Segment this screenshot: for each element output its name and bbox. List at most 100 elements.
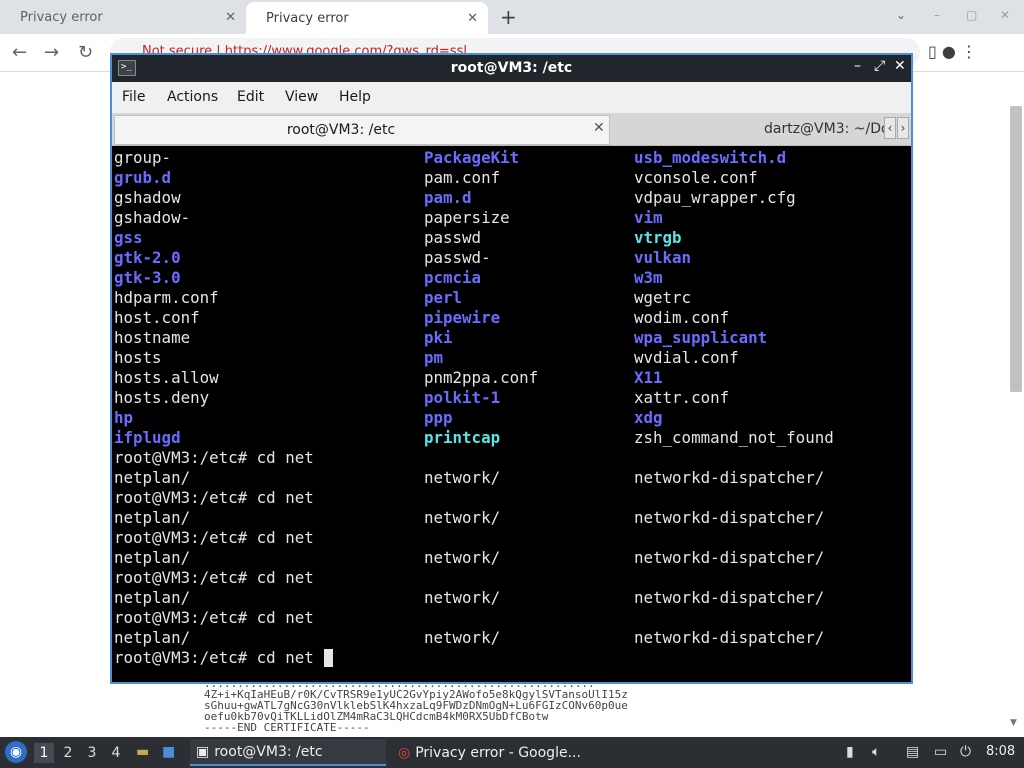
browser-tab-label: Privacy error: [266, 10, 349, 26]
ls-entry: pm: [424, 348, 444, 367]
show-desktop-icon[interactable]: ■: [162, 744, 175, 760]
ls-entry: gtk-2.0: [114, 248, 181, 267]
tab-scroll-left-icon[interactable]: ‹: [884, 117, 896, 139]
ls-entry: hdparm.conf: [114, 288, 219, 307]
menu-edit[interactable]: Edit: [237, 89, 264, 105]
terminal-output[interactable]: group- PackageKit usb_modeswitch.d grub.d pa…: [114, 148, 909, 682]
ls-entry: gss: [114, 228, 143, 247]
tab-scroll-right-icon[interactable]: ›: [897, 117, 909, 139]
task-label: root@VM3: /etc: [214, 743, 323, 760]
clipboard-icon[interactable]: ▤: [906, 744, 919, 760]
ls-entry: grub.d: [114, 168, 172, 187]
ls-entry: PackageKit: [424, 148, 520, 167]
prompt-line: root@VM3:/etc# cd net: [114, 648, 314, 667]
prompt-line: root@VM3:/etc# cd net: [114, 448, 314, 467]
terminal-tab-active[interactable]: root@VM3: /etc ✕: [114, 115, 610, 145]
menu-bar: File Actions Edit View Help: [112, 82, 911, 113]
close-window-icon[interactable]: ✕: [1000, 8, 1010, 22]
ls-entry: network/: [424, 588, 501, 607]
ls-entry: wpa_supplicant: [634, 328, 768, 347]
ls-entry: netplan/: [114, 468, 191, 487]
profile-icon[interactable]: ▯ ● ⋮: [928, 42, 977, 61]
ls-entry: networkd-dispatcher/: [634, 508, 825, 527]
workspace-4[interactable]: 4: [106, 743, 126, 763]
ls-entry: wvdial.conf: [634, 348, 739, 367]
trash-icon[interactable]: ▮: [846, 744, 854, 760]
ls-entry: xattr.conf: [634, 388, 730, 407]
minimize-icon[interactable]: –: [934, 8, 940, 22]
tab-search-icon[interactable]: ⌄: [896, 8, 906, 22]
ls-entry: networkd-dispatcher/: [634, 628, 825, 647]
back-arrow-icon[interactable]: ←: [12, 42, 27, 63]
task-label: Privacy error - Google...: [415, 744, 581, 761]
ls-entry: hp: [114, 408, 134, 427]
new-tab-button[interactable]: +: [500, 5, 517, 29]
ls-entry: usb_modeswitch.d: [634, 148, 787, 167]
menu-view[interactable]: View: [285, 89, 318, 105]
page-scrollbar[interactable]: [1010, 106, 1022, 392]
ls-entry: network/: [424, 628, 501, 647]
ls-entry: networkd-dispatcher/: [634, 588, 825, 607]
close-icon[interactable]: ✕: [467, 11, 478, 26]
workspace-1[interactable]: 1: [34, 743, 54, 763]
terminal-tab-label: dartz@VM3: ~/Documents: [764, 121, 894, 137]
ls-entry: hosts.deny: [114, 388, 210, 407]
prompt-line: root@VM3:/etc# cd net: [114, 488, 314, 507]
ls-entry: network/: [424, 508, 501, 527]
ls-entry: vdpau_wrapper.cfg: [634, 188, 796, 207]
ls-entry: pcmcia: [424, 268, 482, 287]
maximize-icon[interactable]: ▢: [966, 8, 977, 22]
ls-entry: pam.conf: [424, 168, 501, 187]
ls-entry: netplan/: [114, 508, 191, 527]
ls-entry: vtrgb: [634, 228, 682, 247]
task-terminal[interactable]: ▣ root@VM3: /etc: [190, 739, 386, 766]
ls-entry: ifplugd: [114, 428, 181, 447]
network-icon[interactable]: ▭: [934, 744, 947, 760]
ls-entry: hosts: [114, 348, 162, 367]
workspace-2[interactable]: 2: [58, 743, 78, 763]
close-icon[interactable]: ✕: [225, 10, 236, 25]
file-manager-icon[interactable]: ▬: [136, 744, 149, 760]
scroll-down-arrow-icon[interactable]: ▼: [1010, 718, 1017, 728]
browser-tab-1[interactable]: Privacy error ✕: [0, 0, 246, 34]
forward-arrow-icon[interactable]: →: [44, 42, 59, 63]
maximize-icon[interactable]: ⤢: [874, 58, 885, 74]
ls-entry: passwd-: [424, 248, 491, 267]
browser-tab-2[interactable]: Privacy error ✕: [246, 2, 488, 34]
taskbar: ◉ 1 2 3 4 ▬ ■ ▣ root@VM3: /etc ◎ Privacy…: [0, 737, 1024, 768]
volume-icon[interactable]: 🔈︎: [872, 744, 880, 760]
close-icon[interactable]: ✕: [894, 58, 906, 74]
task-chrome[interactable]: ◎ Privacy error - Google...: [392, 739, 592, 766]
ls-entry: wodim.conf: [634, 308, 730, 327]
menu-actions[interactable]: Actions: [167, 89, 218, 105]
start-menu-icon[interactable]: ◉: [5, 741, 27, 763]
ls-entry: netplan/: [114, 628, 191, 647]
reload-icon[interactable]: ↻: [78, 42, 93, 63]
ls-entry: network/: [424, 468, 501, 487]
terminal-icon: ▣: [196, 743, 210, 760]
minimize-icon[interactable]: –: [854, 58, 861, 74]
ls-entry: gshadow-: [114, 208, 191, 227]
ls-entry: perl: [424, 288, 463, 307]
menu-help[interactable]: Help: [339, 89, 371, 105]
ls-entry: host.conf: [114, 308, 200, 327]
terminal-titlebar[interactable]: >_ root@VM3: /etc – ⤢ ✕: [112, 55, 911, 82]
ls-entry: wgetrc: [634, 288, 692, 307]
close-tab-icon[interactable]: ✕: [593, 120, 605, 136]
ls-entry: xdg: [634, 408, 663, 427]
terminal-tab-label: root@VM3: /etc: [286, 122, 396, 138]
ls-entry: vconsole.conf: [634, 168, 758, 187]
ls-entry: network/: [424, 548, 501, 567]
ls-entry: netplan/: [114, 588, 191, 607]
ls-entry: X11: [634, 368, 663, 387]
ls-entry: polkit-1: [424, 388, 501, 407]
ls-entry: pnm2ppa.conf: [424, 368, 539, 387]
workspace-3[interactable]: 3: [82, 743, 102, 763]
ls-entry: vulkan: [634, 248, 692, 267]
terminal-window[interactable]: >_ root@VM3: /etc – ⤢ ✕ File Actions Edi…: [110, 53, 913, 684]
power-icon[interactable]: ⏻: [960, 744, 971, 760]
ls-entry: vim: [634, 208, 663, 227]
certificate-text: ........................................…: [204, 678, 664, 733]
menu-file[interactable]: File: [122, 89, 145, 105]
terminal-tab-inactive[interactable]: dartz@VM3: ~/Documents: [612, 115, 894, 145]
